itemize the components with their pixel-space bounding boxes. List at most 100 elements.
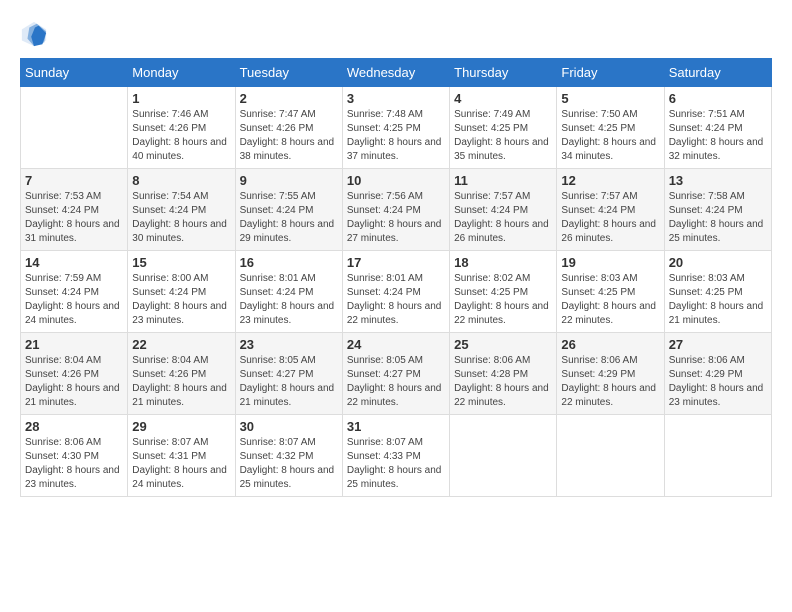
- day-info: Sunrise: 8:06 AMSunset: 4:29 PMDaylight:…: [561, 354, 659, 410]
- day-number: 28: [25, 419, 123, 434]
- calendar-cell: 23 Sunrise: 8:05 AMSunset: 4:27 PMDayligh…: [235, 333, 342, 415]
- day-number: 3: [347, 91, 445, 106]
- day-info: Sunrise: 8:07 AMSunset: 4:31 PMDaylight:…: [132, 436, 230, 492]
- day-info: Sunrise: 7:57 AMSunset: 4:24 PMDaylight:…: [561, 190, 659, 246]
- day-number: 2: [240, 91, 338, 106]
- day-number: 19: [561, 255, 659, 270]
- calendar-cell: 27 Sunrise: 8:06 AMSunset: 4:29 PMDayligh…: [664, 333, 771, 415]
- day-number: 25: [454, 337, 552, 352]
- calendar-cell: 14 Sunrise: 7:59 AMSunset: 4:24 PMDayligh…: [21, 251, 128, 333]
- calendar-cell: 25 Sunrise: 8:06 AMSunset: 4:28 PMDayligh…: [450, 333, 557, 415]
- calendar-cell: 6 Sunrise: 7:51 AMSunset: 4:24 PMDaylight…: [664, 87, 771, 169]
- day-number: 17: [347, 255, 445, 270]
- day-info: Sunrise: 8:07 AMSunset: 4:32 PMDaylight:…: [240, 436, 338, 492]
- day-number: 12: [561, 173, 659, 188]
- day-info: Sunrise: 7:48 AMSunset: 4:25 PMDaylight:…: [347, 108, 445, 164]
- day-number: 4: [454, 91, 552, 106]
- day-number: 13: [669, 173, 767, 188]
- day-info: Sunrise: 7:59 AMSunset: 4:24 PMDaylight:…: [25, 272, 123, 328]
- calendar-week-4: 21 Sunrise: 8:04 AMSunset: 4:26 PMDayligh…: [21, 333, 772, 415]
- calendar-cell: 22Sunrise: 8:04 AMSunset: 4:26 PMDayligh…: [128, 333, 235, 415]
- day-number: 8: [132, 173, 230, 188]
- day-info: Sunrise: 7:49 AMSunset: 4:25 PMDaylight:…: [454, 108, 552, 164]
- day-info: Sunrise: 7:58 AMSunset: 4:24 PMDaylight:…: [669, 190, 767, 246]
- calendar-cell: 28 Sunrise: 8:06 AMSunset: 4:30 PMDayligh…: [21, 415, 128, 497]
- calendar-cell: 20 Sunrise: 8:03 AMSunset: 4:25 PMDayligh…: [664, 251, 771, 333]
- day-number: 9: [240, 173, 338, 188]
- calendar-cell: 17 Sunrise: 8:01 AMSunset: 4:24 PMDayligh…: [342, 251, 449, 333]
- calendar-table: SundayMondayTuesdayWednesdayThursdayFrid…: [20, 58, 772, 497]
- calendar-cell: [557, 415, 664, 497]
- day-number: 5: [561, 91, 659, 106]
- day-number: 11: [454, 173, 552, 188]
- day-info: Sunrise: 8:01 AMSunset: 4:24 PMDaylight:…: [347, 272, 445, 328]
- day-info: Sunrise: 8:06 AMSunset: 4:30 PMDaylight:…: [25, 436, 123, 492]
- day-info: Sunrise: 8:05 AMSunset: 4:27 PMDaylight:…: [347, 354, 445, 410]
- day-info: Sunrise: 7:46 AMSunset: 4:26 PMDaylight:…: [132, 108, 230, 164]
- calendar-week-1: 1Sunrise: 7:46 AMSunset: 4:26 PMDaylight…: [21, 87, 772, 169]
- day-number: 14: [25, 255, 123, 270]
- day-info: Sunrise: 8:00 AMSunset: 4:24 PMDaylight:…: [132, 272, 230, 328]
- day-number: 31: [347, 419, 445, 434]
- day-number: 21: [25, 337, 123, 352]
- calendar-week-3: 14 Sunrise: 7:59 AMSunset: 4:24 PMDayligh…: [21, 251, 772, 333]
- day-number: 24: [347, 337, 445, 352]
- day-info: Sunrise: 7:50 AMSunset: 4:25 PMDaylight:…: [561, 108, 659, 164]
- weekday-header-wednesday: Wednesday: [342, 59, 449, 87]
- weekday-header-tuesday: Tuesday: [235, 59, 342, 87]
- day-info: Sunrise: 7:53 AMSunset: 4:24 PMDaylight:…: [25, 190, 123, 246]
- calendar-cell: 13 Sunrise: 7:58 AMSunset: 4:24 PMDayligh…: [664, 169, 771, 251]
- day-number: 7: [25, 173, 123, 188]
- weekday-header-saturday: Saturday: [664, 59, 771, 87]
- day-info: Sunrise: 8:07 AMSunset: 4:33 PMDaylight:…: [347, 436, 445, 492]
- day-number: 22: [132, 337, 230, 352]
- weekday-header-monday: Monday: [128, 59, 235, 87]
- day-number: 20: [669, 255, 767, 270]
- day-number: 10: [347, 173, 445, 188]
- calendar-week-2: 7 Sunrise: 7:53 AMSunset: 4:24 PMDaylight…: [21, 169, 772, 251]
- calendar-cell: 2 Sunrise: 7:47 AMSunset: 4:26 PMDaylight…: [235, 87, 342, 169]
- day-number: 15: [132, 255, 230, 270]
- day-info: Sunrise: 7:51 AMSunset: 4:24 PMDaylight:…: [669, 108, 767, 164]
- calendar-cell: 10Sunrise: 7:56 AMSunset: 4:24 PMDayligh…: [342, 169, 449, 251]
- calendar-cell: [21, 87, 128, 169]
- day-info: Sunrise: 8:06 AMSunset: 4:28 PMDaylight:…: [454, 354, 552, 410]
- weekday-header-sunday: Sunday: [21, 59, 128, 87]
- calendar-cell: 5 Sunrise: 7:50 AMSunset: 4:25 PMDaylight…: [557, 87, 664, 169]
- day-info: Sunrise: 8:04 AMSunset: 4:26 PMDaylight:…: [25, 354, 123, 410]
- calendar-cell: 24 Sunrise: 8:05 AMSunset: 4:27 PMDayligh…: [342, 333, 449, 415]
- weekday-header-thursday: Thursday: [450, 59, 557, 87]
- day-info: Sunrise: 8:05 AMSunset: 4:27 PMDaylight:…: [240, 354, 338, 410]
- calendar-header-row: SundayMondayTuesdayWednesdayThursdayFrid…: [21, 59, 772, 87]
- day-info: Sunrise: 8:06 AMSunset: 4:29 PMDaylight:…: [669, 354, 767, 410]
- day-info: Sunrise: 8:03 AMSunset: 4:25 PMDaylight:…: [561, 272, 659, 328]
- calendar-cell: 7 Sunrise: 7:53 AMSunset: 4:24 PMDaylight…: [21, 169, 128, 251]
- calendar-cell: 31 Sunrise: 8:07 AMSunset: 4:33 PMDayligh…: [342, 415, 449, 497]
- day-info: Sunrise: 7:47 AMSunset: 4:26 PMDaylight:…: [240, 108, 338, 164]
- logo-icon: [20, 20, 48, 48]
- day-info: Sunrise: 8:03 AMSunset: 4:25 PMDaylight:…: [669, 272, 767, 328]
- calendar-week-5: 28 Sunrise: 8:06 AMSunset: 4:30 PMDayligh…: [21, 415, 772, 497]
- day-number: 29: [132, 419, 230, 434]
- day-info: Sunrise: 7:54 AMSunset: 4:24 PMDaylight:…: [132, 190, 230, 246]
- calendar-cell: [664, 415, 771, 497]
- day-number: 26: [561, 337, 659, 352]
- calendar-cell: 1Sunrise: 7:46 AMSunset: 4:26 PMDaylight…: [128, 87, 235, 169]
- day-number: 18: [454, 255, 552, 270]
- day-info: Sunrise: 7:55 AMSunset: 4:24 PMDaylight:…: [240, 190, 338, 246]
- calendar-cell: 8 Sunrise: 7:54 AMSunset: 4:24 PMDaylight…: [128, 169, 235, 251]
- day-number: 6: [669, 91, 767, 106]
- calendar-cell: 26 Sunrise: 8:06 AMSunset: 4:29 PMDayligh…: [557, 333, 664, 415]
- logo: [20, 20, 52, 48]
- day-number: 27: [669, 337, 767, 352]
- day-info: Sunrise: 8:01 AMSunset: 4:24 PMDaylight:…: [240, 272, 338, 328]
- weekday-header-friday: Friday: [557, 59, 664, 87]
- calendar-cell: 16 Sunrise: 8:01 AMSunset: 4:24 PMDayligh…: [235, 251, 342, 333]
- calendar-cell: 3 Sunrise: 7:48 AMSunset: 4:25 PMDaylight…: [342, 87, 449, 169]
- day-info: Sunrise: 8:02 AMSunset: 4:25 PMDaylight:…: [454, 272, 552, 328]
- calendar-cell: 19 Sunrise: 8:03 AMSunset: 4:25 PMDayligh…: [557, 251, 664, 333]
- day-number: 23: [240, 337, 338, 352]
- day-number: 16: [240, 255, 338, 270]
- calendar-cell: 12 Sunrise: 7:57 AMSunset: 4:24 PMDayligh…: [557, 169, 664, 251]
- calendar-cell: 21 Sunrise: 8:04 AMSunset: 4:26 PMDayligh…: [21, 333, 128, 415]
